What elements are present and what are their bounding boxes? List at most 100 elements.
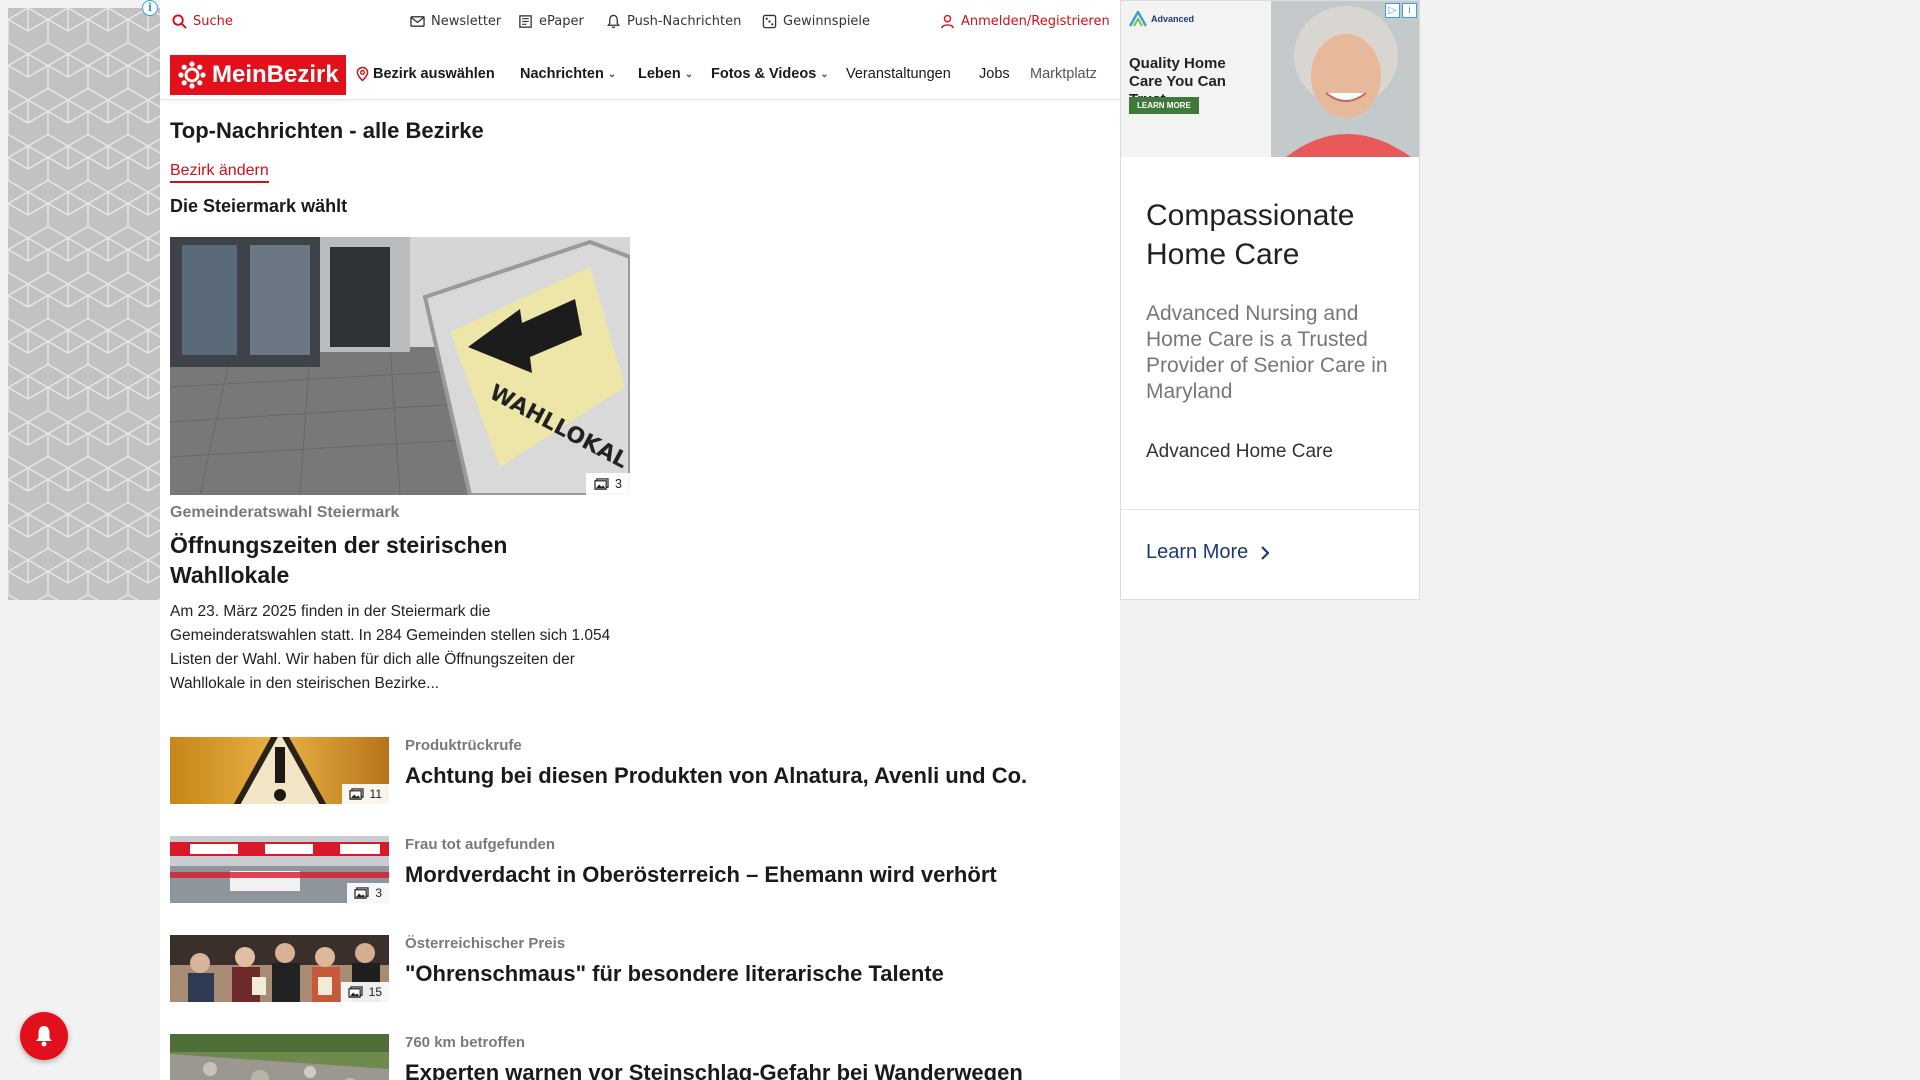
list-item[interactable]: 760 km betroffen Experten warnen vor Ste…	[170, 1034, 1110, 1080]
utility-bar: Suche Newsletter ePaper Push-Nachrichten…	[160, 0, 1120, 46]
notification-bell-button[interactable]	[20, 1012, 68, 1060]
logo-sun-icon	[178, 61, 206, 89]
nav-leben-label: Leben	[638, 66, 681, 82]
article-title[interactable]: Experten warnen vor Steinschlag-Gefahr b…	[405, 1060, 1023, 1080]
mail-icon	[410, 16, 425, 27]
main-navigation: MeinBezirk Bezirk auswählen Nachrichten ⌄…	[160, 50, 1120, 100]
search-link[interactable]: Suche	[172, 14, 233, 29]
nav-fotos-label: Fotos & Videos	[711, 66, 817, 82]
nav-leben[interactable]: Leben ⌄	[638, 66, 693, 82]
login-link[interactable]: Anmelden/Registrieren	[940, 14, 1110, 29]
ad-brand-name: Advanced	[1151, 14, 1195, 24]
bezirk-select-label: Bezirk auswählen	[373, 66, 495, 82]
ad-brand-logo: Advanced	[1129, 11, 1194, 27]
hex-pattern	[8, 8, 160, 600]
ad-learn-more-button[interactable]: Learn More	[1146, 541, 1270, 564]
article-title[interactable]: Achtung bei diesen Produkten von Alnatur…	[405, 763, 1027, 789]
change-bezirk-link[interactable]: Bezirk ändern	[170, 162, 269, 183]
photo-count-badge: 11	[341, 784, 389, 804]
nav-nachrichten-label: Nachrichten	[520, 66, 604, 82]
chevron-down-icon: ⌄	[607, 68, 617, 80]
ad-choices[interactable]: ▷ i	[1385, 3, 1417, 18]
nav-fotos-videos[interactable]: Fotos & Videos ⌄	[711, 66, 829, 82]
section-title: Die Steiermark wählt	[170, 196, 348, 216]
polling-station-photo: WAHLLOKAL	[170, 237, 630, 495]
gallery-icon	[348, 985, 363, 998]
search-label: Suche	[193, 14, 233, 29]
gallery-icon	[594, 477, 609, 490]
nav-jobs[interactable]: Jobs	[979, 66, 1010, 82]
ad-info-icon[interactable]: i	[1402, 3, 1417, 18]
newsletter-label: Newsletter	[431, 14, 502, 29]
article-thumbnail	[170, 1034, 389, 1080]
push-notifications-link[interactable]: Push-Nachrichten	[606, 14, 741, 29]
chevron-down-icon: ⌄	[684, 68, 694, 80]
ad-divider	[1121, 509, 1419, 510]
gallery-icon	[354, 886, 369, 899]
bell-icon	[607, 14, 620, 29]
bezirk-select[interactable]: Bezirk auswählen	[356, 66, 495, 82]
chevron-right-icon	[1261, 545, 1270, 560]
photo-count: 3	[375, 886, 382, 900]
nav-veranstaltungen[interactable]: Veranstaltungen	[846, 66, 951, 82]
push-label: Push-Nachrichten	[627, 14, 742, 29]
left-skyscraper-ad[interactable]	[8, 8, 160, 600]
nav-marktplatz[interactable]: Marktplatz	[1030, 66, 1106, 82]
brand-mark-icon	[1129, 11, 1147, 27]
epaper-link[interactable]: ePaper	[518, 14, 584, 29]
photo-count-badge: 15	[340, 982, 389, 1002]
list-item[interactable]: 3 Frau tot aufgefunden Mordverdacht in O…	[170, 836, 1110, 904]
photo-count-badge: 3	[347, 883, 389, 903]
article-thumbnail: 3	[170, 836, 389, 903]
search-icon	[172, 14, 187, 29]
photo-count: 11	[369, 787, 382, 801]
article-thumbnail: 11	[170, 737, 389, 804]
article-title[interactable]: "Ohrenschmaus" für besondere literarisch…	[405, 961, 944, 987]
article-kicker: Österreichischer Preis	[405, 935, 566, 952]
main-column: Suche Newsletter ePaper Push-Nachrichten…	[160, 0, 1120, 1080]
chevron-down-icon: ⌄	[820, 68, 829, 80]
article-kicker: 760 km betroffen	[405, 1034, 526, 1051]
user-icon	[941, 14, 954, 29]
ad-body: Advanced Nursing and Home Care is a Trus…	[1146, 302, 1388, 403]
nav-marktplatz-label: Marktplatz	[1030, 66, 1097, 82]
ad-cta-label: Learn More	[1146, 541, 1249, 563]
nav-jobs-label: Jobs	[979, 66, 1010, 82]
hero-kicker: Gemeinderatswahl Steiermark	[170, 504, 400, 521]
ad-headline[interactable]: Compassionate Home Care	[1146, 196, 1396, 274]
newspaper-icon	[519, 15, 532, 28]
gewinnspiele-link[interactable]: Gewinnspiele	[762, 14, 870, 29]
article-thumbnail: 15	[170, 935, 389, 1002]
article-title[interactable]: Mordverdacht in Oberösterreich – Ehemann…	[405, 862, 997, 888]
nav-veranstaltungen-label: Veranstaltungen	[846, 66, 951, 82]
nav-nachrichten[interactable]: Nachrichten ⌄	[520, 66, 616, 82]
location-pin-icon	[356, 66, 369, 82]
epaper-label: ePaper	[539, 14, 584, 29]
right-display-ad[interactable]: Advanced Quality Home Care You Can Trust…	[1120, 0, 1420, 600]
hero-title[interactable]: Öffnungszeiten der steirischen Wahllokal…	[170, 530, 630, 590]
rockfall-photo	[170, 1034, 389, 1080]
logo-text: MeinBezirk	[212, 61, 339, 88]
site-logo[interactable]: MeinBezirk	[170, 55, 346, 95]
ad-info-icon[interactable]: i	[142, 0, 158, 16]
ad-banner-image[interactable]: Advanced Quality Home Care You Can Trust…	[1121, 1, 1419, 157]
hero-image[interactable]: WAHLLOKAL 3	[170, 237, 630, 495]
ad-small-cta[interactable]: LEARN MORE	[1129, 97, 1199, 114]
article-kicker: Produktrückrufe	[405, 737, 522, 754]
photo-count: 15	[368, 985, 382, 999]
ad-advertiser: Advanced Home Care	[1146, 441, 1333, 462]
list-item[interactable]: 11 Produktrückrufe Achtung bei diesen Pr…	[170, 737, 1110, 805]
photo-count: 3	[615, 477, 622, 491]
bell-icon	[36, 1026, 52, 1047]
dice-icon	[762, 14, 777, 29]
article-kicker: Frau tot aufgefunden	[405, 836, 555, 853]
ad-choices-icon[interactable]: ▷	[1385, 3, 1400, 18]
newsletter-link[interactable]: Newsletter	[410, 14, 501, 29]
gewinnspiele-label: Gewinnspiele	[783, 14, 871, 29]
hero-teaser: Am 23. März 2025 finden in der Steiermar…	[170, 603, 611, 692]
gallery-icon	[348, 787, 364, 800]
login-label: Anmelden/Registrieren	[961, 14, 1110, 29]
photo-count-badge: 3	[586, 473, 630, 495]
page-title: Top-Nachrichten - alle Bezirke	[170, 118, 484, 143]
list-item[interactable]: 15 Österreichischer Preis "Ohrenschmaus"…	[170, 935, 1110, 1003]
